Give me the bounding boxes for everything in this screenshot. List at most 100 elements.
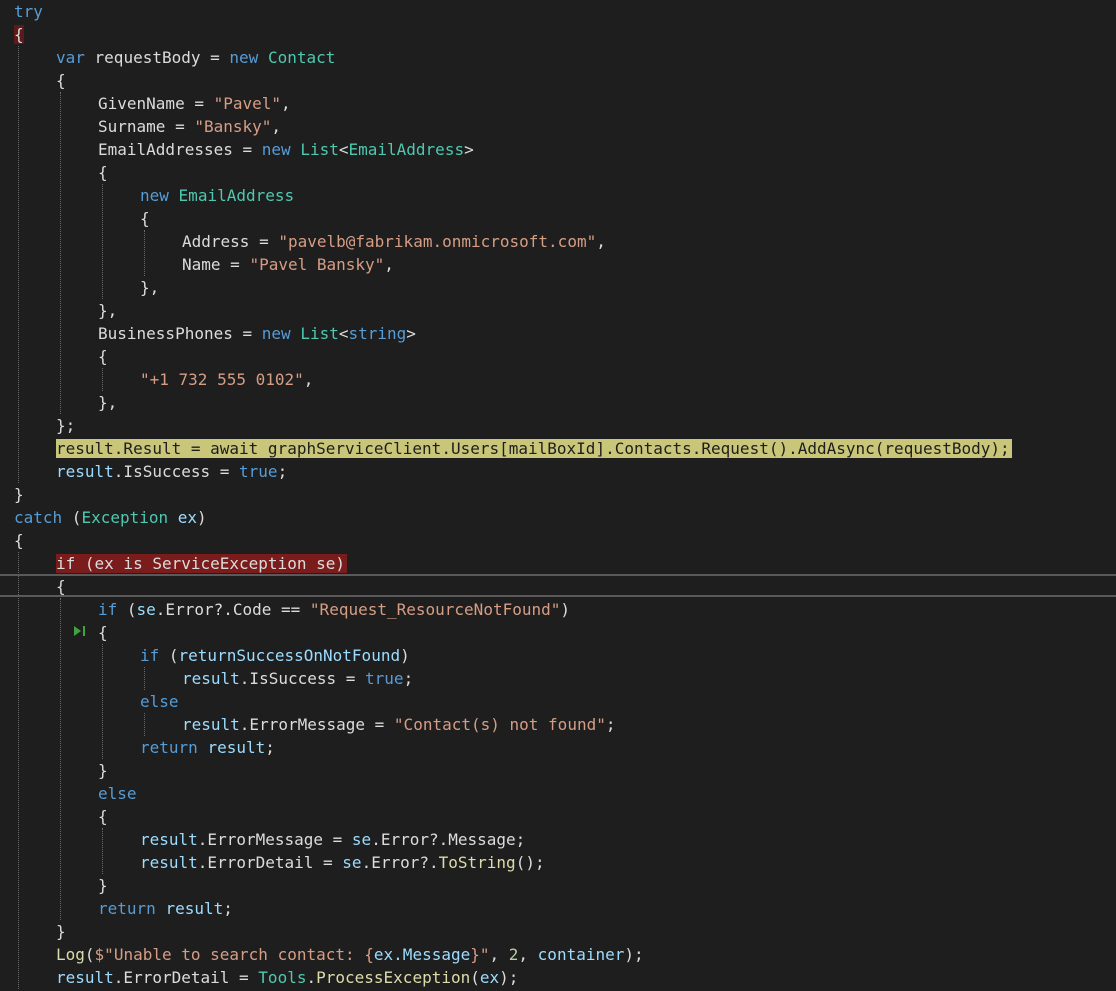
code-token: Name =: [182, 255, 250, 274]
code-line[interactable]: Address = "pavelb@fabrikam.onmicrosoft.c…: [182, 230, 606, 253]
code-line[interactable]: };: [56, 414, 75, 437]
code-line[interactable]: {: [14, 23, 24, 46]
code-line-content: },: [98, 393, 117, 412]
code-line[interactable]: if (returnSuccessOnNotFound): [140, 644, 410, 667]
code-line[interactable]: },: [140, 276, 159, 299]
code-line[interactable]: return result;: [98, 897, 233, 920]
code-line[interactable]: {: [140, 207, 150, 230]
code-line[interactable]: catch (Exception ex): [14, 506, 207, 529]
code-line[interactable]: return result;: [140, 736, 275, 759]
code-token: },: [140, 278, 160, 297]
code-token: {: [14, 25, 24, 44]
code-token: ;: [605, 715, 616, 734]
code-line[interactable]: var requestBody = new Contact: [56, 46, 335, 69]
code-token: }: [98, 876, 108, 895]
indent-guide: [144, 230, 145, 276]
code-line[interactable]: }: [98, 874, 108, 897]
code-token: };: [56, 416, 76, 435]
code-token: true: [239, 462, 278, 481]
code-line[interactable]: result.ErrorMessage = se.Error?.Message;: [140, 828, 525, 851]
code-token: {: [98, 623, 108, 642]
code-line[interactable]: {: [56, 69, 66, 92]
code-token: 2: [508, 945, 519, 964]
code-line[interactable]: }: [56, 920, 66, 943]
code-line-content: result.IsSuccess = true;: [182, 669, 413, 688]
code-token: else: [140, 692, 179, 711]
code-line[interactable]: {: [98, 805, 108, 828]
code-line[interactable]: result.ErrorMessage = "Contact(s) not fo…: [182, 713, 615, 736]
code-line[interactable]: result.IsSuccess = true;: [56, 460, 287, 483]
code-line[interactable]: EmailAddresses = new List<EmailAddress>: [98, 138, 474, 161]
code-line-content: if (ex is ServiceException se): [56, 554, 347, 573]
code-line[interactable]: {: [98, 161, 108, 184]
code-line-content: {: [14, 25, 24, 44]
code-token: $"Unable to search contact: {: [94, 945, 374, 964]
code-line[interactable]: {: [14, 529, 24, 552]
code-line-content: try: [14, 2, 43, 21]
code-line[interactable]: Name = "Pavel Bansky",: [182, 253, 394, 276]
code-line[interactable]: else: [98, 782, 137, 805]
code-line-content: if (se.Error?.Code == "Request_ResourceN…: [98, 600, 570, 619]
code-token: Log: [56, 945, 85, 964]
code-line[interactable]: try: [14, 0, 43, 23]
code-token: .Message: [393, 945, 471, 964]
code-token: (: [62, 508, 82, 527]
code-token: Tools: [258, 968, 307, 987]
code-token: Surname =: [98, 117, 195, 136]
code-token: se: [136, 600, 156, 619]
code-line-content: };: [56, 416, 75, 435]
code-token: ex: [177, 508, 198, 527]
code-token: },: [98, 301, 118, 320]
code-line[interactable]: {: [56, 575, 66, 598]
code-line[interactable]: {: [98, 345, 108, 368]
code-token: "+1 732 555 0102": [140, 370, 304, 389]
code-line[interactable]: result.ErrorDetail = Tools.ProcessExcept…: [56, 966, 518, 989]
code-line-content: result.IsSuccess = true;: [56, 462, 287, 481]
code-line-content: {: [98, 807, 108, 826]
code-token: ex: [479, 968, 500, 987]
code-token: .Error?.Code ==: [155, 600, 310, 619]
code-token: {: [56, 577, 66, 596]
code-token: {: [14, 531, 24, 550]
code-line[interactable]: result.Result = await graphServiceClient…: [56, 437, 1012, 460]
split-divider-bottom: [0, 595, 1116, 597]
code-line[interactable]: Log($"Unable to search contact: {ex.Mess…: [56, 943, 644, 966]
code-line[interactable]: result.IsSuccess = true;: [182, 667, 413, 690]
code-line[interactable]: }: [98, 759, 108, 782]
code-token: {: [98, 347, 108, 366]
code-line[interactable]: }: [14, 483, 24, 506]
code-token: .ErrorDetail =: [197, 853, 343, 872]
code-line-content: },: [140, 278, 159, 297]
code-line[interactable]: if (ex is ServiceException se): [56, 552, 347, 575]
code-token: GivenName =: [98, 94, 214, 113]
code-line-content: result.ErrorMessage = se.Error?.Message;: [140, 830, 525, 849]
code-line[interactable]: if (se.Error?.Code == "Request_ResourceN…: [98, 598, 570, 621]
code-line[interactable]: result.ErrorDetail = se.Error?.ToString(…: [140, 851, 545, 874]
code-token: .ErrorMessage =: [197, 830, 352, 849]
step-into-cursor-icon[interactable]: [72, 623, 88, 639]
code-line[interactable]: },: [98, 391, 117, 414]
code-line[interactable]: },: [98, 299, 117, 322]
code-token: result: [182, 669, 240, 688]
code-line-content: GivenName = "Pavel",: [98, 94, 291, 113]
code-line[interactable]: new EmailAddress: [140, 184, 294, 207]
code-line[interactable]: else: [140, 690, 179, 713]
code-token: .IsSuccess =: [239, 669, 366, 688]
code-line-content: {: [98, 347, 108, 366]
code-token: Address =: [182, 232, 279, 251]
code-token: try: [14, 2, 43, 21]
code-line-content: }: [98, 876, 108, 895]
code-token: ,: [596, 232, 606, 251]
code-line[interactable]: "+1 732 555 0102",: [140, 368, 313, 391]
code-editor[interactable]: try {var requestBody = new Contact {GivenN…: [0, 0, 1116, 991]
code-line[interactable]: BusinessPhones = new List<string>: [98, 322, 416, 345]
code-line[interactable]: GivenName = "Pavel",: [98, 92, 291, 115]
code-line[interactable]: {: [98, 621, 108, 644]
code-token: EmailAddress: [348, 140, 465, 159]
indent-guide: [60, 598, 61, 920]
code-token: ,: [303, 370, 314, 389]
code-line[interactable]: Surname = "Bansky",: [98, 115, 281, 138]
